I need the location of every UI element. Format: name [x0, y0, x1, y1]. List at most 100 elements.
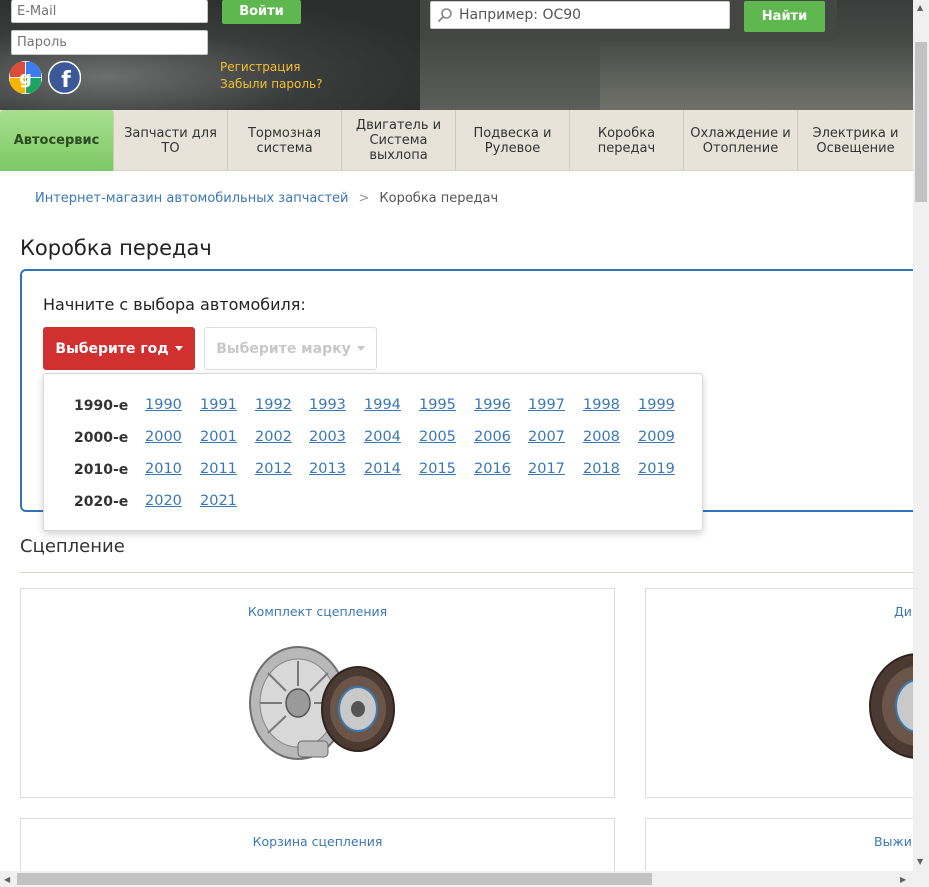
caret-down-icon — [174, 346, 183, 351]
year-link[interactable]: 1998 — [583, 397, 620, 413]
year-link[interactable]: 2004 — [364, 429, 401, 445]
year-link[interactable]: 2021 — [200, 493, 237, 509]
email-field[interactable] — [11, 0, 208, 23]
year-link[interactable]: 2013 — [309, 461, 346, 477]
decade-label: 2010-е — [74, 462, 129, 478]
facebook-login-icon[interactable]: f — [47, 60, 82, 95]
year-link[interactable]: 1994 — [364, 397, 401, 413]
breadcrumb-separator: > — [358, 191, 370, 206]
nav-item-maintenance-parts[interactable]: Запчасти для ТО — [114, 110, 228, 171]
product-card-title[interactable]: Ди — [894, 604, 912, 619]
category-nav: Автосервис Запчасти для ТО Тормозная сис… — [0, 110, 913, 171]
scroll-down-icon[interactable]: ▼ — [917, 857, 923, 866]
decade-label: 1990-е — [74, 398, 129, 414]
vehicle-selector-label: Начните с выбора автомобиля: — [43, 295, 306, 314]
search-placeholder: Например: OC90 — [459, 7, 582, 23]
search-icon — [437, 7, 453, 27]
year-link[interactable]: 1992 — [255, 397, 292, 413]
google-login-icon[interactable]: g — [9, 61, 42, 94]
password-field[interactable] — [11, 30, 208, 55]
search-input[interactable]: Например: OC90 — [430, 1, 730, 29]
year-link[interactable]: 2012 — [255, 461, 292, 477]
breadcrumb-home-link[interactable]: Интернет-магазин автомобильных запчастей — [35, 191, 349, 206]
year-link[interactable]: 2019 — [638, 461, 675, 477]
product-card-title[interactable]: Корзина сцепления — [21, 834, 614, 849]
clutch-kit-image — [246, 641, 396, 770]
year-link[interactable]: 2002 — [255, 429, 292, 445]
decade-row: 2020-е 2020 2021 — [44, 486, 704, 518]
select-year-button[interactable]: Выберите год — [43, 327, 195, 370]
nav-item-suspension-steering[interactable]: Подвеска и Рулевое — [456, 110, 570, 171]
year-link[interactable]: 2014 — [364, 461, 401, 477]
nav-item-label: Подвеска и Рулевое — [473, 125, 552, 156]
nav-item-label: Тормозная система — [247, 125, 322, 156]
year-link[interactable]: 2011 — [200, 461, 237, 477]
scroll-right-icon[interactable]: ▶ — [900, 875, 906, 884]
horizontal-scrollbar-thumb[interactable] — [17, 873, 652, 885]
year-link[interactable]: 2001 — [200, 429, 237, 445]
year-link[interactable]: 2003 — [309, 429, 346, 445]
decade-label: 2020-е — [74, 494, 129, 510]
register-link[interactable]: Регистрация — [220, 60, 300, 74]
year-link[interactable]: 1999 — [638, 397, 675, 413]
svg-text:f: f — [61, 68, 71, 93]
login-button[interactable]: Войти — [222, 0, 301, 24]
scroll-up-icon[interactable]: ▲ — [917, 3, 923, 12]
nav-item-cooling-heating[interactable]: Охлаждение и Отопление — [684, 110, 798, 171]
year-link[interactable]: 2016 — [474, 461, 511, 477]
year-link[interactable]: 2010 — [145, 461, 182, 477]
year-link[interactable]: 2007 — [528, 429, 565, 445]
nav-item-label: Электрика и Освещение — [812, 125, 899, 156]
vertical-scrollbar-thumb[interactable] — [915, 42, 927, 202]
year-link[interactable]: 2000 — [145, 429, 182, 445]
year-link[interactable]: 2015 — [419, 461, 456, 477]
year-link[interactable]: 2018 — [583, 461, 620, 477]
page-title: Коробка передач — [20, 236, 212, 260]
product-card[interactable]: Комплект сцепления — [20, 588, 615, 798]
scroll-left-icon[interactable]: ◀ — [4, 875, 10, 884]
year-link[interactable]: 2008 — [583, 429, 620, 445]
decade-row: 1990-е 1990 1991 1992 1993 1994 1995 199… — [44, 390, 704, 422]
product-card[interactable]: Ди — [645, 588, 929, 798]
nav-item-label: Охлаждение и Отопление — [690, 125, 791, 156]
year-link[interactable]: 1990 — [145, 397, 182, 413]
section-title: Сцепление — [20, 536, 125, 557]
year-link[interactable]: 2006 — [474, 429, 511, 445]
site-header: Войти g f Регистрация Забыли пароль? Нап… — [0, 0, 913, 110]
scrollbar-corner — [913, 871, 929, 887]
caret-down-icon — [356, 346, 365, 351]
nav-item-autoservice[interactable]: Автосервис — [0, 110, 114, 171]
nav-item-label: Автосервис — [13, 133, 100, 148]
breadcrumb-current: Коробка передач — [379, 191, 499, 206]
nav-item-electrics-lighting[interactable]: Электрика и Освещение — [798, 110, 913, 171]
nav-item-engine-exhaust[interactable]: Двигатель и Система выхлопа — [342, 110, 456, 171]
search-button[interactable]: Найти — [744, 1, 825, 32]
nav-item-label: Коробка передач — [597, 125, 656, 156]
product-card[interactable]: Выжим — [645, 818, 929, 878]
year-link[interactable]: 1997 — [528, 397, 565, 413]
nav-item-brakes[interactable]: Тормозная система — [228, 110, 342, 171]
year-link[interactable]: 1995 — [419, 397, 456, 413]
nav-item-label: Двигатель и Система выхлопа — [355, 118, 442, 163]
product-card-title[interactable]: Комплект сцепления — [21, 604, 614, 619]
search-panel: Например: OC90 Найти — [420, 0, 837, 41]
forgot-password-link[interactable]: Забыли пароль? — [220, 77, 322, 91]
year-link[interactable]: 2005 — [419, 429, 456, 445]
year-link[interactable]: 1993 — [309, 397, 346, 413]
year-link[interactable]: 2017 — [528, 461, 565, 477]
year-link[interactable]: 2009 — [638, 429, 675, 445]
svg-text:g: g — [19, 68, 32, 89]
nav-item-label: Запчасти для ТО — [124, 125, 217, 156]
select-brand-button[interactable]: Выберите марку — [204, 327, 377, 370]
year-link[interactable]: 1991 — [200, 397, 237, 413]
nav-item-transmission[interactable]: Коробка передач — [570, 110, 684, 171]
breadcrumb: Интернет-магазин автомобильных запчастей… — [35, 191, 498, 206]
header-background-overlay — [600, 40, 913, 110]
product-card[interactable]: Корзина сцепления — [20, 818, 615, 878]
select-year-label: Выберите год — [55, 340, 169, 357]
decade-row: 2010-е 2010 2011 2012 2013 2014 2015 201… — [44, 454, 704, 486]
section-divider — [20, 572, 913, 573]
decade-row: 2000-е 2000 2001 2002 2003 2004 2005 200… — [44, 422, 704, 454]
year-link[interactable]: 2020 — [145, 493, 182, 509]
year-link[interactable]: 1996 — [474, 397, 511, 413]
